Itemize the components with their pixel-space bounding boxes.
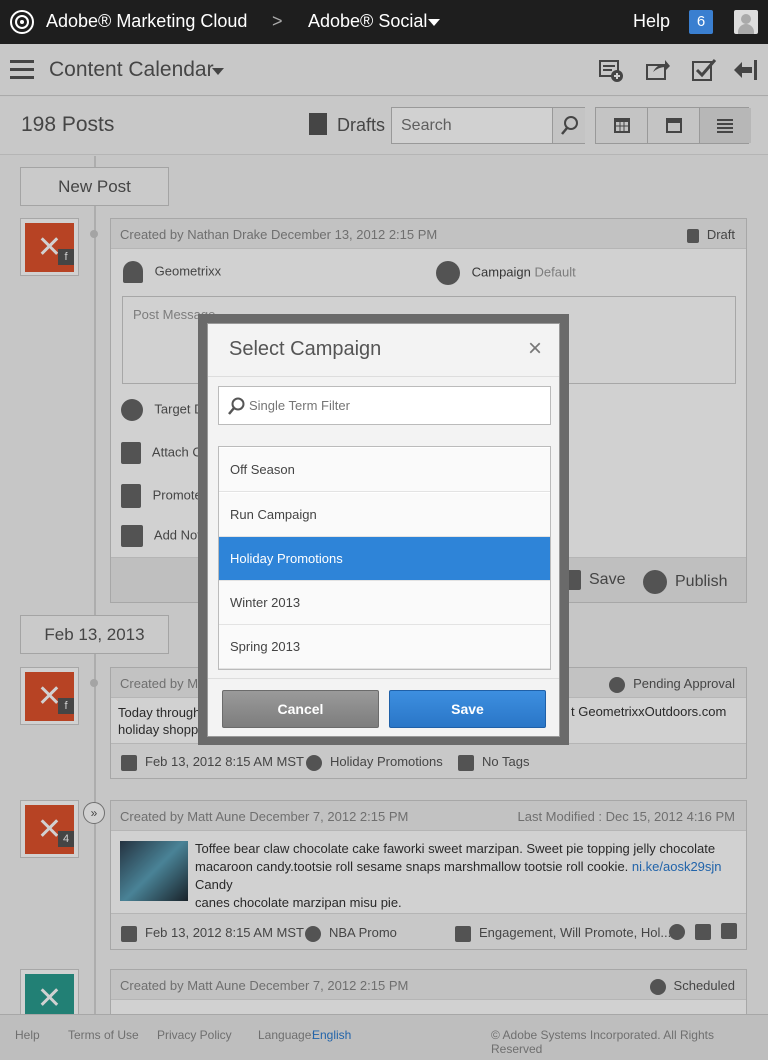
campaign-list: Off Season Run Campaign Holiday Promotio… xyxy=(218,446,551,670)
global-header: Adobe® Marketing Cloud > Adobe® Social H… xyxy=(0,0,768,44)
campaign-option[interactable]: Run Campaign xyxy=(219,493,550,537)
help-link[interactable]: Help xyxy=(633,11,670,32)
select-campaign-dialog: Select Campaign × Off Season Run Campaig… xyxy=(207,323,560,737)
dialog-title: Select Campaign xyxy=(229,338,382,360)
breadcrumb-separator-icon: > xyxy=(272,11,283,31)
chevron-down-icon[interactable] xyxy=(428,19,440,26)
cancel-button[interactable]: Cancel xyxy=(222,690,379,728)
divider xyxy=(208,376,559,377)
notification-badge[interactable]: 6 xyxy=(689,10,713,34)
adobe-marketing-cloud-logo-icon[interactable] xyxy=(10,10,34,34)
close-icon[interactable]: × xyxy=(524,337,546,361)
campaign-option[interactable]: Off Season xyxy=(219,448,550,492)
campaign-option[interactable]: Spring 2013 xyxy=(219,625,550,669)
product-switcher[interactable]: Adobe® Social xyxy=(308,11,427,32)
search-icon xyxy=(228,397,245,415)
filter-input[interactable] xyxy=(249,387,544,424)
divider xyxy=(208,678,559,679)
campaign-option-selected[interactable]: Holiday Promotions xyxy=(219,537,550,581)
filter-box xyxy=(218,386,551,425)
save-button[interactable]: Save xyxy=(389,690,546,728)
campaign-option[interactable]: Winter 2013 xyxy=(219,581,550,625)
brand-name[interactable]: Adobe® Marketing Cloud xyxy=(46,11,247,32)
user-avatar[interactable] xyxy=(734,10,758,34)
